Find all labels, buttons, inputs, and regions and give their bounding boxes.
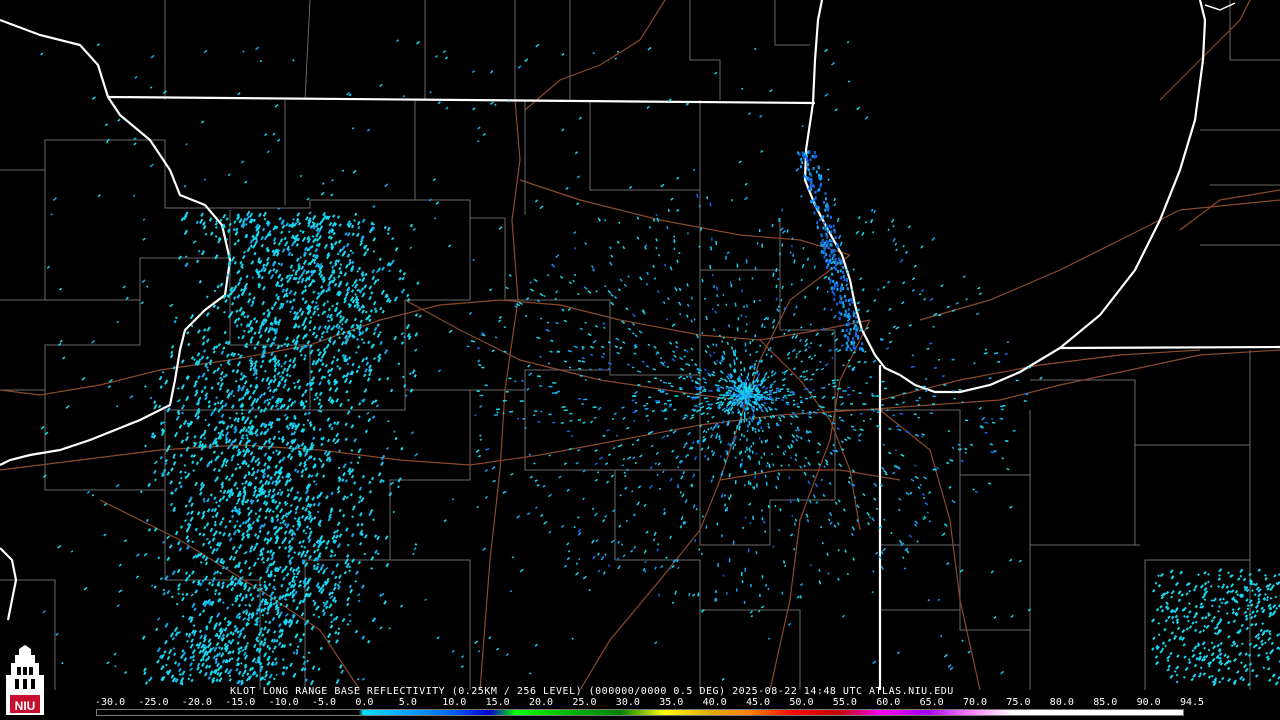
scale-label: 40.0 — [702, 697, 727, 708]
color-scale-bar — [96, 709, 1184, 716]
product-caption: KLOT LONG RANGE BASE REFLECTIVITY (0.25K… — [230, 686, 954, 697]
scale-label: -5.0 — [312, 697, 337, 708]
scale-label: -10.0 — [268, 697, 299, 708]
scale-label: 0.0 — [355, 697, 374, 708]
scale-label: 45.0 — [746, 697, 771, 708]
scale-label: 35.0 — [659, 697, 684, 708]
scale-label: -25.0 — [138, 697, 169, 708]
scale-label: 25.0 — [572, 697, 597, 708]
scale-label: 90.0 — [1136, 697, 1161, 708]
scale-label: 10.0 — [442, 697, 467, 708]
scale-label: 55.0 — [832, 697, 857, 708]
radar-map — [0, 0, 1280, 720]
scale-label: 60.0 — [876, 697, 901, 708]
scale-label: -30.0 — [95, 697, 126, 708]
in-mi-border — [1059, 345, 1280, 350]
scale-label: 65.0 — [919, 697, 944, 708]
color-scale-labels: -30.0 -25.0 -20.0 -15.0 -10.0 -5.0 0.0 5.0 10.0 1… — [95, 697, 1205, 708]
scale-label: 80.0 — [1049, 697, 1074, 708]
scale-label: 94.5 — [1180, 697, 1205, 708]
scale-label: -20.0 — [181, 697, 212, 708]
scale-label: 70.0 — [963, 697, 988, 708]
scale-label: 50.0 — [789, 697, 814, 708]
scale-label: 15.0 — [485, 697, 510, 708]
scale-label: 85.0 — [1093, 697, 1118, 708]
scale-label: 30.0 — [615, 697, 640, 708]
scale-label: 75.0 — [1006, 697, 1031, 708]
scale-label: 20.0 — [529, 697, 554, 708]
scale-label: 5.0 — [398, 697, 417, 708]
map-background — [0, 0, 1280, 720]
scale-label: -15.0 — [225, 697, 256, 708]
niu-tower-logo: NIU — [3, 645, 47, 717]
logo-text: NIU — [15, 699, 36, 713]
